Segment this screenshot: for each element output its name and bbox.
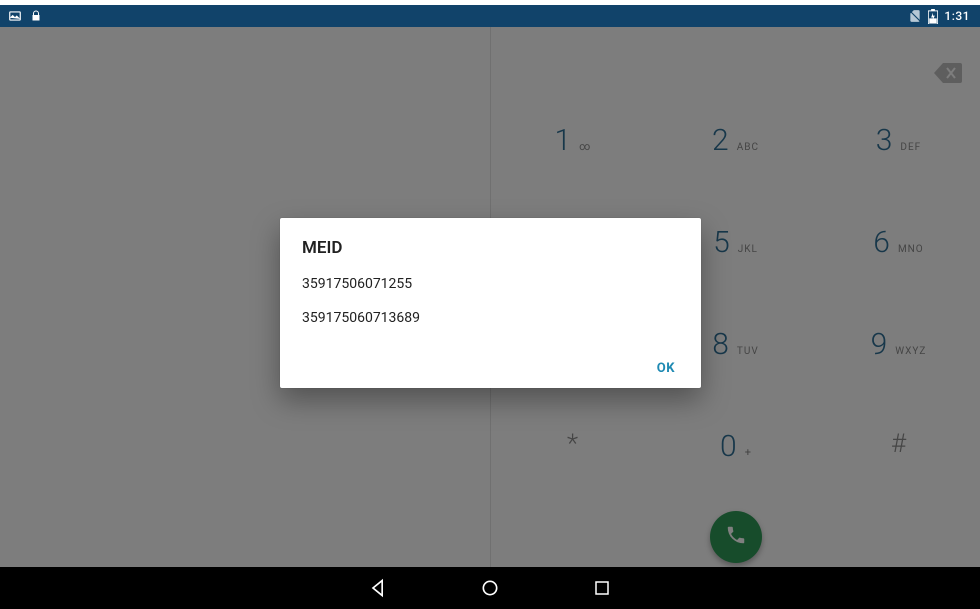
no-sim-icon <box>908 9 922 23</box>
back-button[interactable] <box>367 577 389 599</box>
lock-icon <box>30 9 42 23</box>
status-bar: 1:31 <box>0 5 980 27</box>
meid-dialog: MEID 35917506071255 359175060713689 OK <box>280 218 701 388</box>
dialog-actions: OK <box>649 357 683 376</box>
status-right: 1:31 <box>908 9 980 24</box>
picture-icon <box>8 9 22 23</box>
nav-bar <box>0 567 980 609</box>
status-left <box>0 9 42 23</box>
dialog-title: MEID <box>302 238 679 258</box>
status-time: 1:31 <box>944 9 970 23</box>
meid-value-1: 35917506071255 <box>302 276 679 292</box>
home-button[interactable] <box>479 577 501 599</box>
battery-icon <box>928 9 938 24</box>
ok-button[interactable]: OK <box>649 355 683 382</box>
screen: 1:31 1 ∞ 2 ABC 3 DEF 4 GHI <box>0 0 980 609</box>
recents-button[interactable] <box>591 577 613 599</box>
meid-value-2: 359175060713689 <box>302 310 679 326</box>
